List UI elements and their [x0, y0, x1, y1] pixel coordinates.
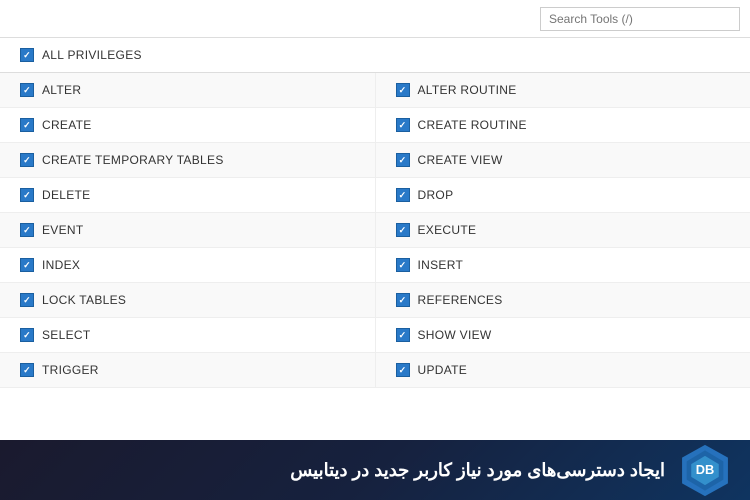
all-privileges-row: ALL PRIVILEGES — [0, 38, 750, 73]
table-row: DELETE DROP — [0, 178, 750, 213]
privilege-checkbox-label-left-5[interactable]: INDEX — [20, 258, 355, 272]
all-privileges-checkbox-icon — [20, 48, 34, 62]
table-row: SELECT SHOW VIEW — [0, 318, 750, 353]
privilege-checkbox-label-right-2[interactable]: CREATE VIEW — [396, 153, 731, 167]
privilege-checkbox-label-left-3[interactable]: DELETE — [20, 188, 355, 202]
privilege-cell-right: EXECUTE — [375, 213, 750, 248]
privilege-cell-left: DELETE — [0, 178, 375, 213]
privilege-cell-right: REFERENCES — [375, 283, 750, 318]
privilege-cell-right: CREATE ROUTINE — [375, 108, 750, 143]
privilege-name-left-5: INDEX — [42, 258, 80, 272]
privilege-cell-right: ALTER ROUTINE — [375, 73, 750, 108]
privilege-checkbox-label-left-4[interactable]: EVENT — [20, 223, 355, 237]
privilege-checkbox-label-right-3[interactable]: DROP — [396, 188, 731, 202]
privilege-name-left-0: ALTER — [42, 83, 81, 97]
privilege-checkbox-label-right-0[interactable]: ALTER ROUTINE — [396, 83, 731, 97]
banner-text: ایجاد دسترسی‌های مورد نیاز کاربر جدید در… — [20, 460, 665, 481]
privilege-cell-left: EVENT — [0, 213, 375, 248]
privilege-name-right-3: DROP — [418, 188, 454, 202]
privilege-name-right-0: ALTER ROUTINE — [418, 83, 517, 97]
checkbox-icon-right-0 — [396, 83, 410, 97]
privilege-checkbox-label-left-8[interactable]: TRIGGER — [20, 363, 355, 377]
checkbox-icon-left-3 — [20, 188, 34, 202]
checkbox-icon-right-3 — [396, 188, 410, 202]
checkbox-icon-left-5 — [20, 258, 34, 272]
privilege-name-right-7: SHOW VIEW — [418, 328, 492, 342]
privilege-name-left-4: EVENT — [42, 223, 84, 237]
privilege-name-right-6: REFERENCES — [418, 293, 503, 307]
checkbox-icon-right-7 — [396, 328, 410, 342]
privilege-table: ALTER ALTER ROUTINE CREATE CREATE ROUTIN… — [0, 73, 750, 388]
privilege-checkbox-label-right-8[interactable]: UPDATE — [396, 363, 731, 377]
privilege-cell-right: UPDATE — [375, 353, 750, 388]
table-row: EVENT EXECUTE — [0, 213, 750, 248]
checkbox-icon-right-1 — [396, 118, 410, 132]
table-row: LOCK TABLES REFERENCES — [0, 283, 750, 318]
privilege-checkbox-label-right-4[interactable]: EXECUTE — [396, 223, 731, 237]
checkbox-icon-left-6 — [20, 293, 34, 307]
privilege-checkbox-label-left-6[interactable]: LOCK TABLES — [20, 293, 355, 307]
privilege-cell-left: LOCK TABLES — [0, 283, 375, 318]
checkbox-icon-right-8 — [396, 363, 410, 377]
privilege-cell-right: DROP — [375, 178, 750, 213]
privilege-name-right-5: INSERT — [418, 258, 464, 272]
checkbox-icon-right-2 — [396, 153, 410, 167]
privilege-cell-left: TRIGGER — [0, 353, 375, 388]
privilege-checkbox-label-right-5[interactable]: INSERT — [396, 258, 731, 272]
search-input[interactable] — [540, 7, 740, 31]
privilege-name-right-1: CREATE ROUTINE — [418, 118, 527, 132]
privilege-cell-left: CREATE TEMPORARY TABLES — [0, 143, 375, 178]
bottom-banner: ایجاد دسترسی‌های مورد نیاز کاربر جدید در… — [0, 440, 750, 500]
table-row: INDEX INSERT — [0, 248, 750, 283]
checkbox-icon-left-8 — [20, 363, 34, 377]
privilege-cell-left: SELECT — [0, 318, 375, 353]
privilege-cell-right: INSERT — [375, 248, 750, 283]
privilege-cell-right: CREATE VIEW — [375, 143, 750, 178]
all-privileges-label: ALL PRIVILEGES — [42, 48, 142, 62]
checkbox-icon-left-4 — [20, 223, 34, 237]
all-privileges-checkbox-label[interactable]: ALL PRIVILEGES — [20, 48, 730, 62]
checkbox-icon-left-1 — [20, 118, 34, 132]
privilege-cell-left: CREATE — [0, 108, 375, 143]
privilege-name-right-2: CREATE VIEW — [418, 153, 503, 167]
privilege-checkbox-label-right-1[interactable]: CREATE ROUTINE — [396, 118, 731, 132]
privilege-name-left-3: DELETE — [42, 188, 90, 202]
privilege-cell-left: ALTER — [0, 73, 375, 108]
checkbox-icon-left-0 — [20, 83, 34, 97]
svg-text:DB: DB — [696, 462, 715, 477]
privilege-name-left-8: TRIGGER — [42, 363, 99, 377]
privilege-name-right-4: EXECUTE — [418, 223, 477, 237]
checkbox-icon-right-5 — [396, 258, 410, 272]
banner-logo-icon: DB — [675, 443, 735, 498]
privilege-checkbox-label-left-2[interactable]: CREATE TEMPORARY TABLES — [20, 153, 355, 167]
privilege-checkbox-label-left-7[interactable]: SELECT — [20, 328, 355, 342]
privilege-name-left-7: SELECT — [42, 328, 90, 342]
checkbox-icon-right-4 — [396, 223, 410, 237]
privilege-checkbox-label-left-1[interactable]: CREATE — [20, 118, 355, 132]
checkbox-icon-left-7 — [20, 328, 34, 342]
privilege-checkbox-label-right-6[interactable]: REFERENCES — [396, 293, 731, 307]
privilege-name-left-1: CREATE — [42, 118, 92, 132]
top-bar — [0, 0, 750, 38]
privilege-name-left-2: CREATE TEMPORARY TABLES — [42, 153, 224, 167]
checkbox-icon-right-6 — [396, 293, 410, 307]
privilege-name-right-8: UPDATE — [418, 363, 468, 377]
table-row: CREATE TEMPORARY TABLES CREATE VIEW — [0, 143, 750, 178]
privilege-cell-right: SHOW VIEW — [375, 318, 750, 353]
privilege-checkbox-label-left-0[interactable]: ALTER — [20, 83, 355, 97]
privilege-name-left-6: LOCK TABLES — [42, 293, 126, 307]
privilege-checkbox-label-right-7[interactable]: SHOW VIEW — [396, 328, 731, 342]
checkbox-icon-left-2 — [20, 153, 34, 167]
privilege-cell-left: INDEX — [0, 248, 375, 283]
main-content: ALL PRIVILEGES ALTER ALTER ROUTINE CREAT… — [0, 38, 750, 440]
table-row: ALTER ALTER ROUTINE — [0, 73, 750, 108]
table-row: TRIGGER UPDATE — [0, 353, 750, 388]
table-row: CREATE CREATE ROUTINE — [0, 108, 750, 143]
